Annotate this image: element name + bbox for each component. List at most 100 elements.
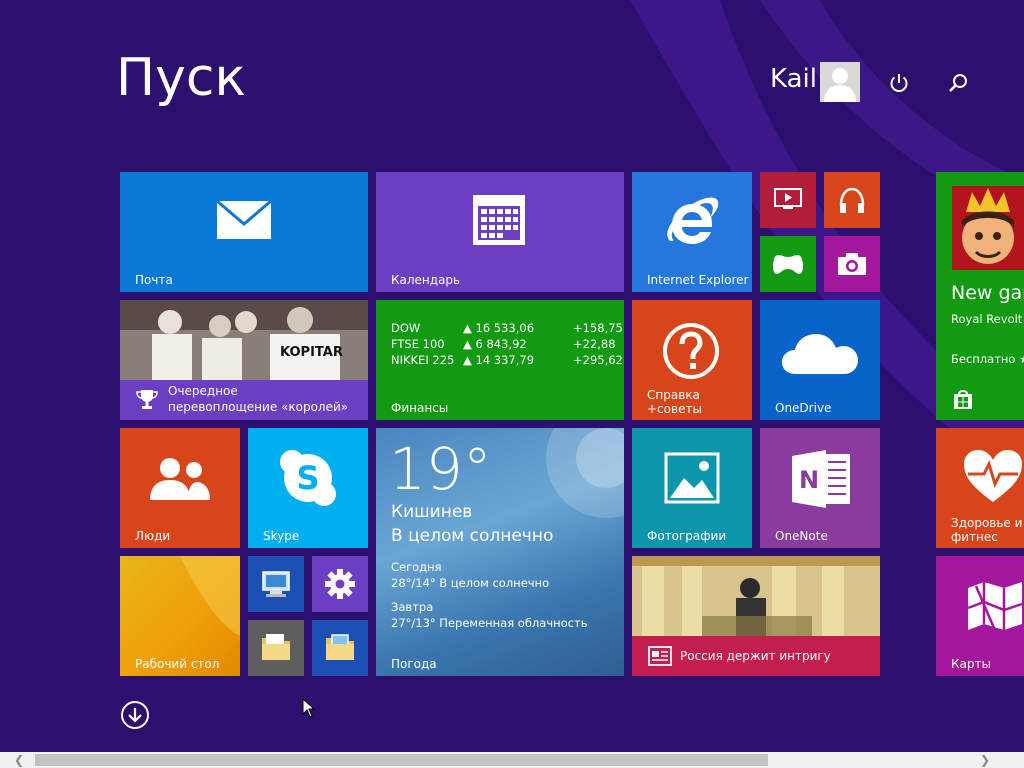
finance-row: NIKKEI 225 ▲ 14 337,79 +295,62 bbox=[391, 353, 623, 367]
tile-label: Финансы bbox=[391, 401, 449, 415]
tile-finance[interactable]: DOW ▲ 16 533,06 +158,75 FTSE 100 ▲ 6 843,92… bbox=[376, 300, 624, 420]
folder-icon bbox=[262, 634, 290, 660]
tile-weather[interactable]: 19° Кишинев В целом солнечно Сегодня 28°… bbox=[376, 428, 624, 676]
tile-sport-news[interactable]: KOPITAR Очередное перевоплощение «короле… bbox=[120, 300, 368, 420]
sport-headline-line1: Очередное bbox=[168, 384, 238, 398]
svg-text:S: S bbox=[296, 459, 319, 497]
gear-icon bbox=[325, 569, 355, 599]
tile-calendar[interactable]: Календарь bbox=[376, 172, 624, 292]
tile-label: Календарь bbox=[391, 273, 461, 287]
finance-row: FTSE 100 ▲ 6 843,92 +22,88 bbox=[391, 337, 616, 351]
tile-store-game[interactable]: New gar Royal Revolt 2 Бесплатно ★ bbox=[936, 172, 1024, 420]
tile-skype[interactable]: S Skype bbox=[248, 428, 368, 548]
news-headline: Россия держит интригу bbox=[680, 649, 831, 663]
tile-label: Погода bbox=[391, 657, 437, 671]
internet-explorer-icon bbox=[667, 197, 719, 244]
start-title: Пуск bbox=[116, 48, 246, 108]
tile-this-pc[interactable] bbox=[248, 556, 304, 612]
store-game-subtitle: Royal Revolt 2 bbox=[951, 312, 1024, 326]
tile-onenote[interactable]: N OneNote bbox=[760, 428, 880, 548]
headphones-icon bbox=[839, 187, 865, 213]
weather-tomorrow-forecast: 27°/13° Переменная облачность bbox=[391, 616, 588, 630]
tile-video[interactable] bbox=[760, 172, 816, 228]
store-game-title: New gar bbox=[951, 282, 1024, 304]
help-label-line1: Справка bbox=[647, 388, 700, 402]
tile-news[interactable]: Россия держит интригу bbox=[632, 556, 880, 676]
weather-today-label: Сегодня bbox=[391, 560, 442, 574]
tile-label: Internet Explorer bbox=[647, 273, 749, 287]
finance-table: DOW ▲ 16 533,06 +158,75 FTSE 100 ▲ 6 843,92… bbox=[391, 320, 623, 368]
tile-maps[interactable]: Карты bbox=[936, 556, 1024, 676]
tile-label: OneDrive bbox=[775, 401, 832, 415]
calendar-icon bbox=[473, 195, 525, 245]
scroll-right-arrow[interactable]: ❯ bbox=[976, 752, 994, 768]
photos-icon bbox=[664, 452, 720, 504]
svg-text:N: N bbox=[799, 466, 819, 494]
weather-temperature: 19° bbox=[389, 435, 492, 503]
user-name[interactable]: Kail bbox=[770, 64, 817, 94]
help-label-line2: +советы bbox=[647, 402, 702, 416]
news-icon bbox=[648, 646, 672, 666]
tile-people[interactable]: Люди bbox=[120, 428, 240, 548]
search-button[interactable] bbox=[941, 66, 975, 100]
search-icon bbox=[949, 74, 967, 92]
computer-icon bbox=[262, 571, 290, 597]
user-avatar[interactable] bbox=[820, 62, 860, 102]
weather-description: В целом солнечно bbox=[391, 526, 554, 546]
sport-headline-line2: перевоплощение «королей» bbox=[168, 400, 349, 414]
store-bag-icon bbox=[954, 390, 972, 409]
tile-label: Почта bbox=[135, 273, 173, 287]
health-label-line1: Здоровье и bbox=[951, 516, 1023, 530]
tile-documents[interactable] bbox=[312, 620, 368, 676]
all-apps-button[interactable] bbox=[120, 700, 150, 730]
tile-label: Фотографии bbox=[647, 529, 727, 543]
heart-pulse-icon bbox=[964, 450, 1022, 502]
user-silhouette-icon bbox=[824, 68, 856, 102]
scroll-left-arrow[interactable]: ❮ bbox=[10, 752, 28, 768]
health-label-line2: фитнес bbox=[951, 530, 998, 544]
finance-row: DOW ▲ 16 533,06 +158,75 bbox=[391, 321, 623, 335]
game-character-image bbox=[952, 186, 1024, 270]
map-icon bbox=[967, 582, 1023, 630]
camera-icon bbox=[838, 253, 866, 275]
tile-label: OneNote bbox=[775, 529, 828, 543]
tile-help[interactable]: Справка +советы bbox=[632, 300, 752, 420]
store-game-price: Бесплатно ★ bbox=[951, 352, 1024, 366]
tile-camera[interactable] bbox=[824, 236, 880, 292]
tile-label: Рабочий стол bbox=[135, 657, 220, 671]
tile-label: Люди bbox=[135, 529, 171, 543]
tile-music[interactable] bbox=[824, 172, 880, 228]
weather-tomorrow-label: Завтра bbox=[391, 600, 434, 614]
trophy-icon bbox=[136, 390, 158, 409]
tile-games[interactable] bbox=[760, 236, 816, 292]
tile-settings[interactable] bbox=[312, 556, 368, 612]
scrollbar-thumb[interactable] bbox=[35, 754, 768, 766]
mouse-cursor-icon bbox=[302, 698, 316, 718]
people-icon bbox=[150, 458, 210, 500]
tile-label: Skype bbox=[263, 529, 300, 543]
tile-mail[interactable]: Почта bbox=[120, 172, 368, 292]
skype-icon: S bbox=[280, 450, 336, 506]
weather-city: Кишинев bbox=[391, 502, 473, 522]
game-controller-icon bbox=[773, 255, 803, 274]
tile-label: Карты bbox=[951, 657, 991, 671]
power-icon bbox=[890, 74, 908, 92]
tile-desktop[interactable]: Рабочий стол bbox=[120, 556, 240, 676]
tile-internet-explorer[interactable]: Internet Explorer bbox=[632, 172, 752, 292]
tile-file-explorer[interactable] bbox=[248, 620, 304, 676]
tile-photos[interactable]: Фотографии bbox=[632, 428, 752, 548]
svg-text:KOPITAR: KOPITAR bbox=[280, 345, 343, 360]
pictures-folder-icon bbox=[326, 634, 354, 660]
news-photo bbox=[632, 556, 880, 636]
tile-health[interactable]: Здоровье и фитнес bbox=[936, 428, 1024, 548]
onedrive-cloud-icon bbox=[782, 334, 858, 374]
onenote-icon: N bbox=[792, 450, 850, 508]
help-question-icon bbox=[663, 323, 719, 379]
power-button[interactable] bbox=[882, 66, 916, 100]
hockey-players-photo: KOPITAR bbox=[120, 300, 368, 380]
arrow-down-circle-icon bbox=[121, 701, 149, 729]
tile-onedrive[interactable]: OneDrive bbox=[760, 300, 880, 420]
mail-envelope-icon bbox=[216, 200, 272, 239]
weather-today-forecast: 28°/14° В целом солнечно bbox=[391, 576, 550, 590]
horizontal-scrollbar[interactable]: ❮ ❯ bbox=[0, 752, 1024, 768]
